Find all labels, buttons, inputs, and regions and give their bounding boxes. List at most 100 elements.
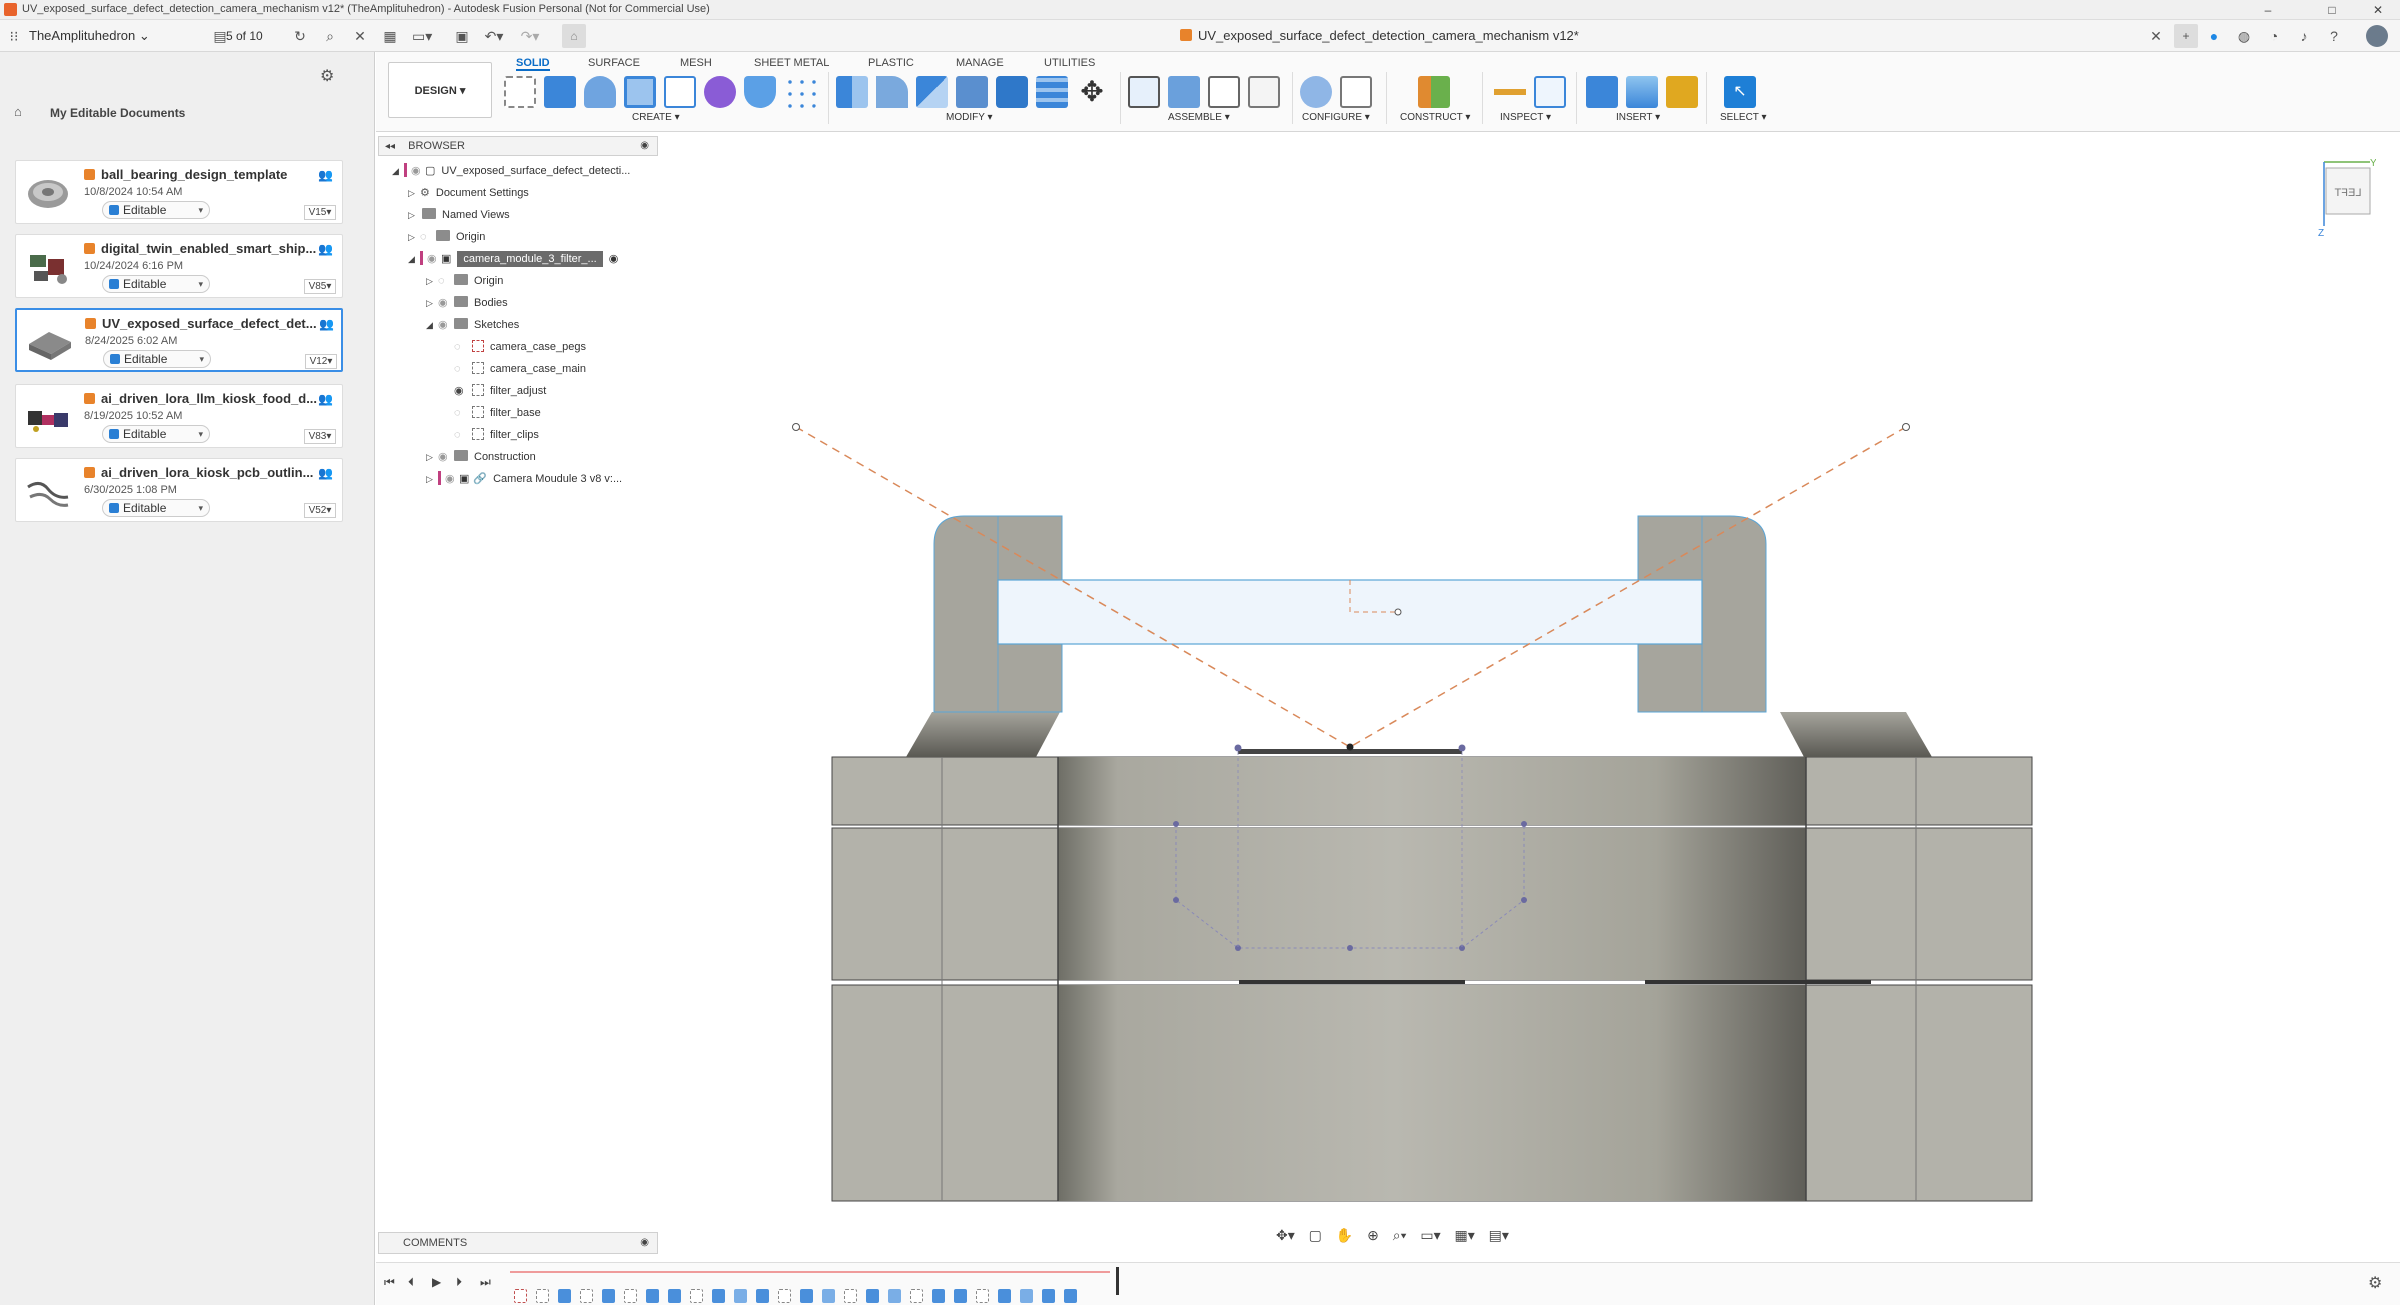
timeline-play-icon[interactable]: ▶ xyxy=(432,1275,441,1289)
timeline-track[interactable] xyxy=(510,1271,1110,1303)
press-pull-icon[interactable] xyxy=(836,76,868,108)
tree-root[interactable]: ◢ ◉ ▢ UV_exposed_surface_defect_detecti... xyxy=(392,160,672,182)
rectangular-pattern-icon[interactable] xyxy=(664,76,696,108)
document-card-selected[interactable]: UV_exposed_surface_defect_det... 👥 8/24/… xyxy=(15,308,343,372)
tree-item-sketch[interactable]: ◌ camera_case_main xyxy=(392,358,672,380)
timeline-sketch-icon[interactable] xyxy=(910,1289,923,1303)
sketch-point[interactable] xyxy=(1394,608,1402,616)
zoom-icon[interactable]: ⊕ xyxy=(1367,1227,1379,1243)
visibility-eye-icon[interactable]: ◉ xyxy=(427,248,441,270)
visibility-eye-icon[interactable]: ◌ xyxy=(454,336,468,358)
collapse-browser-icon[interactable]: ◂◂ xyxy=(385,141,395,152)
grid-settings-icon[interactable]: ▦▾ xyxy=(1455,1227,1475,1243)
share-icon[interactable]: 👥 xyxy=(318,168,333,182)
extensions-icon[interactable]: ◍ xyxy=(2234,26,2254,46)
editable-dropdown[interactable]: Editable ▾ xyxy=(103,350,211,368)
timeline-extrude-icon[interactable] xyxy=(998,1289,1011,1303)
configure-menu[interactable]: CONFIGURE ▾ xyxy=(1302,112,1370,123)
create-sketch-icon[interactable] xyxy=(504,76,536,108)
share-icon[interactable]: 👥 xyxy=(319,317,334,331)
timeline-extrude-icon[interactable] xyxy=(558,1289,571,1303)
tab-plastic[interactable]: PLASTIC xyxy=(868,55,914,71)
insert-mesh-icon[interactable] xyxy=(1666,76,1698,108)
browser-pin-icon[interactable]: ◉ xyxy=(640,137,649,155)
editable-dropdown[interactable]: Editable ▾ xyxy=(102,499,210,517)
tree-item-sketch[interactable]: ◌ camera_case_pegs xyxy=(392,336,672,358)
tree-item[interactable]: ▷ Named Views xyxy=(392,204,672,226)
inspect-menu[interactable]: INSPECT ▾ xyxy=(1500,112,1551,123)
document-card[interactable]: digital_twin_enabled_smart_ship... 👥 10/… xyxy=(15,234,343,298)
visibility-eye-icon[interactable]: ◉ xyxy=(438,446,452,468)
configure-icon[interactable] xyxy=(1300,76,1332,108)
timeline-back-icon[interactable]: ⏴ xyxy=(408,1275,414,1290)
timeline-extrude-icon[interactable] xyxy=(602,1289,615,1303)
visibility-eye-icon[interactable]: ◉ xyxy=(411,160,425,182)
timeline-extrude-icon[interactable] xyxy=(954,1289,967,1303)
activate-radio-icon[interactable]: ◉ xyxy=(609,253,619,265)
version-dropdown[interactable]: V15▾ xyxy=(304,205,336,220)
timeline-fillet-icon[interactable] xyxy=(822,1289,835,1303)
modify-menu[interactable]: MODIFY ▾ xyxy=(946,112,993,123)
grid-menu-icon[interactable]: ⁝⁝ xyxy=(4,26,24,46)
combine-icon[interactable] xyxy=(996,76,1028,108)
timeline-sketch-icon[interactable] xyxy=(536,1289,549,1303)
timeline-end-icon[interactable]: ⏭ xyxy=(480,1275,491,1290)
tab-sheet-metal[interactable]: SHEET METAL xyxy=(754,55,829,71)
move-copy-icon[interactable]: ✥ xyxy=(1076,76,1108,108)
timeline-start-icon[interactable]: ⏮ xyxy=(384,1275,395,1290)
share-icon[interactable]: 👥 xyxy=(318,392,333,406)
workspace-switcher[interactable]: DESIGN ▾ xyxy=(388,62,492,118)
construct-menu[interactable]: CONSTRUCT ▾ xyxy=(1400,112,1470,123)
search-icon[interactable]: ⌕ xyxy=(320,26,340,46)
timeline-sketch-icon[interactable] xyxy=(778,1289,791,1303)
display-settings-icon[interactable]: ▭▾ xyxy=(1420,1227,1440,1243)
visibility-eye-icon[interactable]: ◉ xyxy=(438,314,452,336)
comments-header[interactable]: COMMENTS ◉ xyxy=(378,1232,658,1254)
visibility-eye-icon[interactable]: ◉ xyxy=(454,380,468,402)
timeline-extrude-icon[interactable] xyxy=(800,1289,813,1303)
timeline-extrude-icon[interactable] xyxy=(1042,1289,1055,1303)
tree-item[interactable]: ◢ ◉ Sketches xyxy=(392,314,672,336)
revolve-icon[interactable] xyxy=(584,76,616,108)
close-tab-icon[interactable]: ✕ xyxy=(2146,26,2166,46)
visibility-eye-icon[interactable]: ◌ xyxy=(454,402,468,424)
pattern-icon[interactable] xyxy=(784,76,816,108)
editable-dropdown[interactable]: Editable ▾ xyxy=(102,425,210,443)
look-at-icon[interactable]: ▢ xyxy=(1309,1227,1322,1243)
tree-item-sketch[interactable]: ◌ filter_clips xyxy=(392,424,672,446)
save-icon[interactable]: ▣ xyxy=(452,26,472,46)
shell-icon[interactable] xyxy=(744,76,776,108)
timeline-sketch-icon[interactable] xyxy=(976,1289,989,1303)
timeline-extrude-icon[interactable] xyxy=(866,1289,879,1303)
interference-icon[interactable] xyxy=(1534,76,1566,108)
document-card[interactable]: ai_driven_lora_llm_kiosk_food_d... 👥 8/1… xyxy=(15,384,343,448)
team-selector[interactable]: TheAmplituhedron ⌄ xyxy=(29,26,150,46)
file-menu-icon[interactable]: ▭▾ xyxy=(412,26,432,46)
timeline-sketch-icon[interactable] xyxy=(624,1289,637,1303)
help-icon[interactable]: ? xyxy=(2324,26,2344,46)
viewports-icon[interactable]: ▤▾ xyxy=(1489,1227,1509,1243)
notifications-icon[interactable]: ♪ xyxy=(2294,26,2314,46)
apps-grid-icon[interactable]: ▦ xyxy=(380,26,400,46)
tab-surface[interactable]: SURFACE xyxy=(588,55,640,71)
timeline-extrude-icon[interactable] xyxy=(756,1289,769,1303)
tree-item-sketch[interactable]: ◌ filter_base xyxy=(392,402,672,424)
tree-item-linked-component[interactable]: ▷ ◉ ▣ 🔗 Camera Moudule 3 v8 v:... xyxy=(392,468,672,490)
measure-icon[interactable] xyxy=(1494,76,1526,108)
version-dropdown[interactable]: V85▾ xyxy=(304,279,336,294)
version-dropdown[interactable]: V52▾ xyxy=(304,503,336,518)
select-cursor-icon[interactable]: ↖ xyxy=(1724,76,1756,108)
joint-icon[interactable] xyxy=(1168,76,1200,108)
pan-icon[interactable]: ✋ xyxy=(1336,1227,1353,1243)
tree-item-active-component[interactable]: ◢ ◉ ▣ camera_module_3_filter_... ◉ xyxy=(392,248,672,270)
new-tab-icon[interactable]: + xyxy=(2174,24,2198,48)
timeline-sketch-icon[interactable] xyxy=(844,1289,857,1303)
tab-solid[interactable]: SOLID xyxy=(516,55,550,71)
maximize-button[interactable]: □ xyxy=(2310,0,2354,20)
configuration-table-icon[interactable] xyxy=(1340,76,1372,108)
timeline-extrude-icon[interactable] xyxy=(646,1289,659,1303)
new-component-icon[interactable] xyxy=(1128,76,1160,108)
model-viewport[interactable] xyxy=(376,132,2400,1262)
fit-icon[interactable]: ⌕▾ xyxy=(1393,1227,1407,1243)
offset-plane-icon[interactable] xyxy=(1418,76,1450,108)
